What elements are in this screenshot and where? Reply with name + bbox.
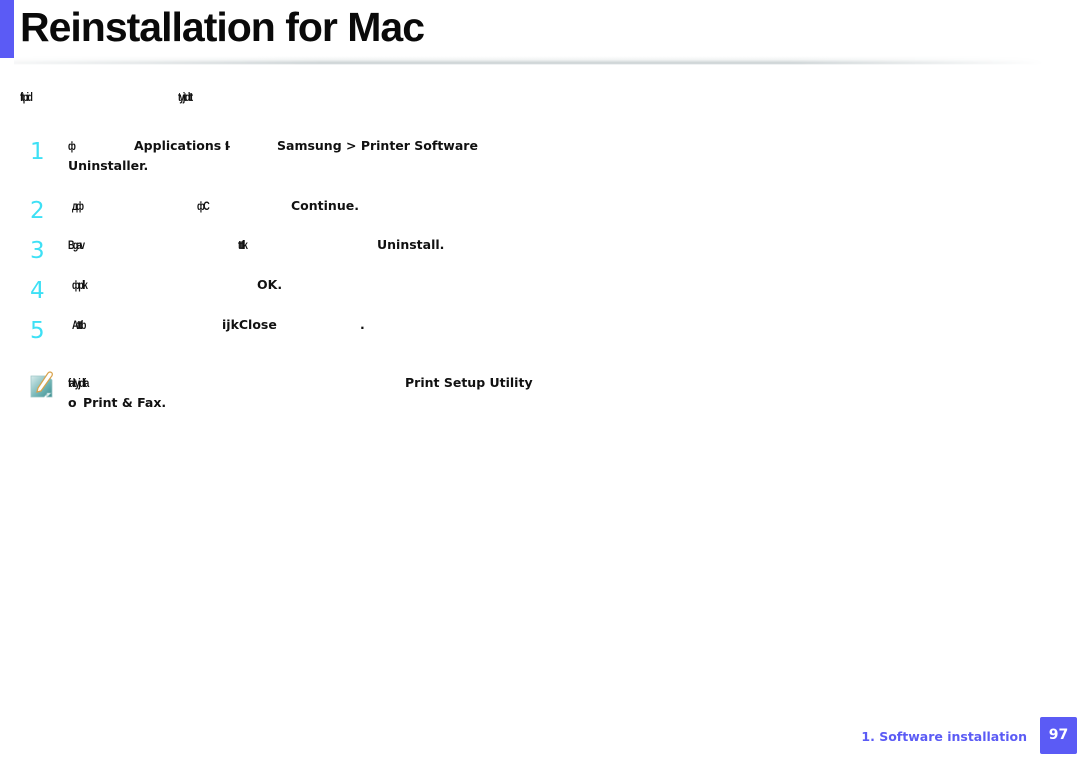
footer-section-link[interactable]: 1. Software installation bbox=[861, 729, 1027, 744]
step-2-text-fragment: фC bbox=[197, 199, 210, 213]
step-5-period: . bbox=[360, 317, 365, 332]
step-number-1: 1 bbox=[30, 139, 45, 165]
step-number-3: 3 bbox=[30, 238, 45, 264]
step-number-5: 5 bbox=[30, 318, 45, 344]
step-1-path: Samsung > Printer Software bbox=[277, 138, 478, 153]
step-3-text-fragment: tttlk bbox=[238, 238, 248, 252]
step-5-close: ijkClose bbox=[222, 317, 277, 332]
note-print-and-fax: Print & Fax. bbox=[83, 395, 167, 410]
page-number-badge: 97 bbox=[1040, 717, 1077, 754]
header-accent-bar bbox=[0, 0, 14, 58]
page-title: Reinstallation for Mac bbox=[20, 4, 425, 50]
step-1-text-fragment: ф bbox=[68, 139, 76, 153]
note-text-fragment: o bbox=[68, 395, 77, 410]
step-1-text-fragment: fl- bbox=[225, 139, 230, 153]
step-3-text-fragment: Bgav bbox=[68, 238, 85, 252]
step-number-4: 4 bbox=[30, 278, 45, 304]
step-1-uninstaller: Uninstaller. bbox=[68, 158, 149, 173]
step-4-ok: OK. bbox=[257, 277, 283, 292]
step-2-continue: Continue. bbox=[291, 198, 359, 213]
step-1-applications: Applications bbox=[134, 138, 222, 153]
note-text-fragment: faltyjdfa bbox=[68, 376, 89, 390]
step-3-uninstall: Uninstall. bbox=[377, 237, 445, 252]
step-2-text-fragment: дф bbox=[72, 199, 84, 213]
title-divider bbox=[14, 56, 1044, 65]
note-pencil-icon bbox=[30, 371, 53, 398]
intro-text-fragment: ftpid bbox=[20, 90, 33, 104]
step-number-2: 2 bbox=[30, 198, 45, 224]
step-4-text-fragment: фplk bbox=[72, 278, 88, 292]
note-print-setup-utility: Print Setup Utility bbox=[405, 375, 533, 390]
intro-text-fragment: tyjtdtt bbox=[178, 90, 193, 104]
step-5-text-fragment: Atttb bbox=[72, 318, 86, 332]
